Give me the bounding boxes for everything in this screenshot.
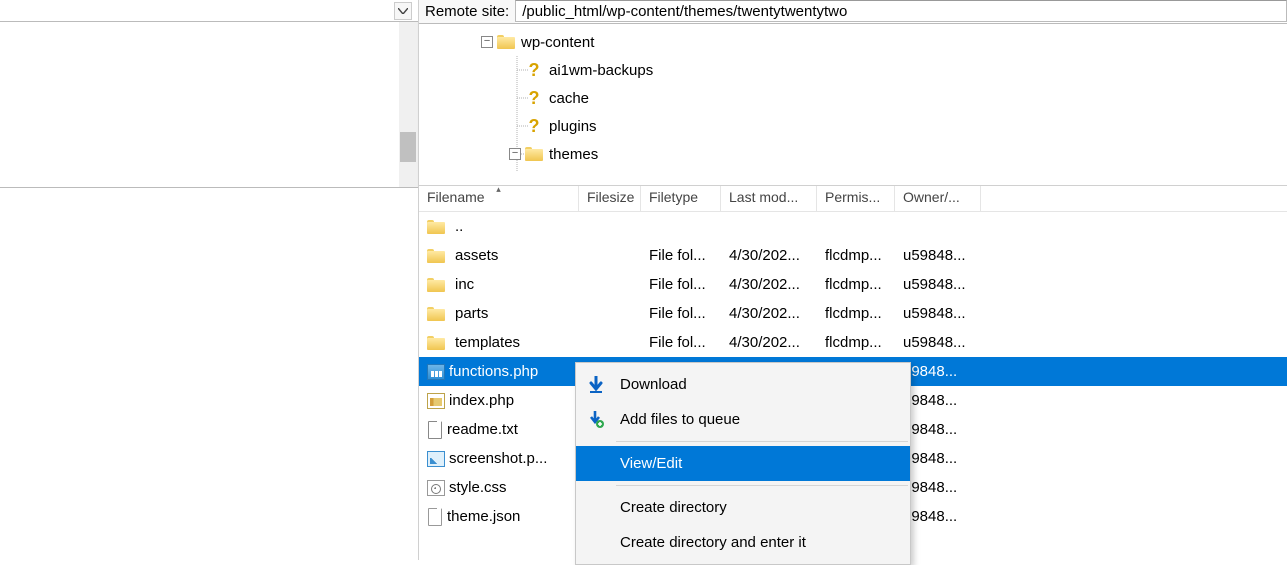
file-type: File fol... [641,276,721,293]
file-permissions: flcdmp... [817,334,895,351]
txt-icon [427,421,443,439]
tree-node-themes[interactable]: − themes [419,140,1287,168]
tree-node-plugins[interactable]: ? plugins [419,112,1287,140]
file-row[interactable]: inc File fol...4/30/202...flcdmp...u59848… [419,270,1287,299]
menu-view-edit-label: View/Edit [620,455,682,472]
folder-icon [427,249,445,263]
file-owner: u59848... [895,247,981,264]
menu-create-directory-enter[interactable]: Create directory and enter it [576,525,910,560]
unknown-icon: ? [525,89,543,107]
expander-icon[interactable]: − [509,148,521,160]
column-permissions[interactable]: Permis... [817,186,895,211]
file-name: templates [455,334,520,351]
folder-icon [427,307,445,321]
local-site-bar [0,0,418,22]
tree-node-cache[interactable]: ? cache [419,84,1287,112]
file-owner: u59848... [895,276,981,293]
column-filetype[interactable]: Filetype [641,186,721,211]
unknown-icon: ? [525,61,543,79]
column-filename-label: Filename [427,189,485,205]
menu-download[interactable]: Download [576,367,910,402]
css-icon [427,480,445,496]
file-name: theme.json [447,508,520,525]
file-name: parts [455,305,488,322]
column-last-modified[interactable]: Last mod... [721,186,817,211]
menu-view-edit[interactable]: View/Edit [576,446,910,481]
file-icon [427,508,443,526]
menu-create-directory[interactable]: Create directory [576,490,910,525]
file-owner: u59848... [895,305,981,322]
img-icon [427,451,445,467]
menu-download-label: Download [620,376,687,393]
tree-node-ai1wm-backups[interactable]: ? ai1wm-backups [419,56,1287,84]
sort-ascending-icon: ▴ [496,186,501,195]
file-type: File fol... [641,305,721,322]
tree-node-label: wp-content [521,34,594,51]
folder-icon [427,336,445,350]
scrollbar-thumb[interactable] [400,132,416,162]
folder-icon [497,35,515,49]
tree-node-wp-content[interactable]: − wp-content [419,28,1287,56]
file-permissions: flcdmp... [817,276,895,293]
local-tree-scrollbar[interactable] [399,22,417,187]
menu-separator [616,441,908,442]
download-icon [586,375,606,395]
column-filesize[interactable]: Filesize [579,186,641,211]
file-name: index.php [449,392,514,409]
php-icon [427,364,445,380]
file-permissions: flcdmp... [817,247,895,264]
file-row[interactable]: parts File fol...4/30/202...flcdmp...u598… [419,299,1287,328]
folder-icon [427,220,445,234]
local-tree[interactable] [0,22,418,187]
php2-icon [427,393,445,409]
menu-create-directory-label: Create directory [620,499,727,516]
file-list-header[interactable]: ▴ Filename Filesize Filetype Last mod...… [419,186,1287,212]
file-name: .. [455,218,463,235]
file-modified: 4/30/202... [721,276,817,293]
file-row[interactable]: templates File fol...4/30/202...flcdmp...… [419,328,1287,357]
menu-create-directory-enter-label: Create directory and enter it [620,534,806,551]
file-row[interactable]: .. [419,212,1287,241]
file-modified: 4/30/202... [721,305,817,322]
file-row[interactable]: assets File fol...4/30/202...flcdmp...u59… [419,241,1287,270]
remote-site-bar: Remote site: [419,0,1287,24]
tree-node-label: themes [549,146,598,163]
file-name: style.css [449,479,507,496]
file-name: readme.txt [447,421,518,438]
tree-node-label: plugins [549,118,597,135]
remote-path-input[interactable] [515,0,1287,22]
local-file-list[interactable] [0,187,418,560]
file-type: File fol... [641,247,721,264]
file-owner: u59848... [895,334,981,351]
remote-tree[interactable]: − wp-content? ai1wm-backups? cache? plugins −… [419,24,1287,186]
remote-site-label: Remote site: [419,0,515,23]
file-permissions: flcdmp... [817,305,895,322]
add-to-queue-icon [586,410,606,430]
local-path-dropdown[interactable] [394,2,412,20]
tree-node-label: ai1wm-backups [549,62,653,79]
column-filename[interactable]: ▴ Filename [419,186,579,211]
context-menu[interactable]: Download Add files to queue View/Edit Cr… [575,362,911,565]
folder-icon [525,147,543,161]
file-name: functions.php [449,363,538,380]
tree-node-label: cache [549,90,589,107]
menu-separator [616,485,908,486]
file-modified: 4/30/202... [721,247,817,264]
file-type: File fol... [641,334,721,351]
column-owner[interactable]: Owner/... [895,186,981,211]
unknown-icon: ? [525,117,543,135]
expander-icon[interactable]: − [481,36,493,48]
file-name: assets [455,247,498,264]
folder-icon [427,278,445,292]
file-modified: 4/30/202... [721,334,817,351]
file-name: inc [455,276,474,293]
file-name: screenshot.p... [449,450,547,467]
local-pane [0,0,418,560]
menu-add-to-queue-label: Add files to queue [620,411,740,428]
menu-add-to-queue[interactable]: Add files to queue [576,402,910,437]
